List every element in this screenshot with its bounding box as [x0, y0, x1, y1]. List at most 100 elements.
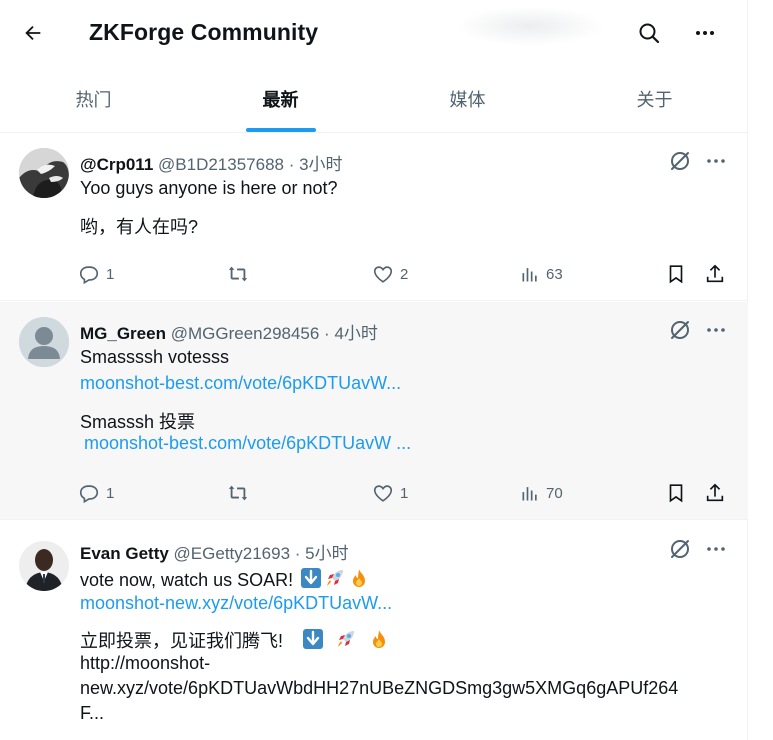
views-button[interactable]: 70 — [520, 479, 563, 507]
bookmark-icon — [669, 265, 683, 284]
fire-emoji-icon — [353, 569, 366, 587]
avatar[interactable] — [19, 148, 69, 198]
post-more-button[interactable] — [704, 318, 728, 342]
post-meta: Evan Getty @EGetty21693 · 5小时 — [80, 539, 349, 564]
share-icon — [706, 264, 724, 283]
repost-icon — [228, 485, 248, 501]
views-button[interactable]: 63 — [520, 260, 563, 288]
share-button[interactable] — [704, 479, 726, 507]
more-icon — [696, 31, 714, 35]
like-button[interactable]: 2 — [372, 260, 408, 288]
like-count: 2 — [400, 265, 409, 283]
post-meta: @Crp011 @B1D21357688 · 3小时 — [80, 150, 343, 175]
post[interactable]: Evan Getty @EGetty21693 · 5小时 vote now, … — [0, 521, 748, 740]
repost-button[interactable] — [226, 479, 250, 507]
tab-label: 媒体 — [449, 90, 486, 110]
fire-emoji-icon — [373, 630, 386, 648]
post-link[interactable]: moonshot-new.xyz/vote/6pKDTUavW... — [80, 593, 392, 614]
avatar-photo-icon — [19, 541, 69, 591]
rocket-emoji-icon — [338, 631, 355, 647]
post-text: F... — [80, 703, 105, 723]
tab-bar: 热门 最新 媒体 关于 — [0, 66, 748, 133]
back-button[interactable] — [18, 18, 48, 48]
post-more-button[interactable] — [704, 149, 728, 173]
views-icon — [522, 487, 537, 501]
tab-latest[interactable]: 最新 — [187, 66, 374, 132]
post-text: Smasssh 投票 — [80, 412, 196, 432]
more-button[interactable] — [690, 18, 720, 48]
repost-button[interactable] — [226, 260, 250, 288]
post-meta: MG_Green @MGGreen298456 · 4小时 — [80, 319, 378, 344]
post[interactable]: @Crp011 @B1D21357688 · 3小时 Yoo guys anyo… — [0, 134, 748, 301]
grok-button[interactable] — [668, 537, 692, 561]
post-text: 立即投票，见证我们腾飞! — [80, 627, 390, 653]
down-arrow-emoji-icon — [301, 568, 322, 588]
avatar[interactable] — [19, 317, 69, 367]
reply-button[interactable]: 1 — [78, 260, 114, 288]
like-button[interactable]: 1 — [372, 479, 408, 507]
post-text-content: vote now, watch us SOAR! — [80, 570, 294, 590]
tab-media[interactable]: 媒体 — [374, 66, 561, 132]
grok-button[interactable] — [668, 318, 692, 342]
bookmark-button[interactable] — [665, 479, 687, 507]
search-button[interactable] — [634, 18, 664, 48]
post-text: new.xyz/vote/6pKDTUavWbdHH27nUBeZNGDSmg3… — [80, 678, 679, 698]
heart-icon — [373, 266, 393, 283]
page-title: ZKForge Community — [89, 19, 319, 45]
share-button[interactable] — [704, 260, 726, 288]
header: ZKForge Community — [0, 0, 748, 66]
author-handle[interactable]: @B1D21357688 · 3小时 — [158, 155, 343, 174]
reply-button[interactable]: 1 — [78, 479, 114, 507]
post[interactable]: MG_Green @MGGreen298456 · 4小时 Smassssh v… — [0, 302, 748, 520]
main-column: ZKForge Community 热门 最新 媒体 关于 @Crp011 @B… — [0, 0, 748, 740]
grok-button[interactable] — [668, 149, 692, 173]
views-icon — [522, 268, 537, 282]
tab-about[interactable]: 关于 — [561, 66, 748, 132]
share-icon — [706, 483, 724, 502]
post-text: http://moonshot- — [80, 653, 211, 673]
reply-icon — [79, 266, 99, 285]
arrow-left-icon — [25, 25, 41, 41]
repost-icon — [228, 266, 248, 282]
author-name[interactable]: MG_Green — [80, 324, 166, 343]
more-icon — [707, 328, 725, 332]
right-gutter — [748, 0, 773, 740]
post-text: 哟，有人在吗? — [80, 217, 199, 237]
avatar-photo-icon — [19, 148, 69, 198]
reply-icon — [79, 485, 99, 504]
author-handle[interactable]: @MGGreen298456 · 4小时 — [171, 324, 378, 343]
post-text: Yoo guys anyone is here or not? — [80, 178, 338, 198]
post-more-button[interactable] — [704, 537, 728, 561]
view-count: 63 — [546, 265, 563, 283]
author-name[interactable]: @Crp011 — [80, 155, 153, 174]
post-text-content: 立即投票，见证我们腾飞! — [80, 631, 283, 651]
post-link[interactable]: moonshot-best.com/vote/6pKDTUavW... — [80, 373, 401, 394]
reply-count: 1 — [106, 484, 115, 502]
reply-count: 1 — [106, 265, 115, 283]
rocket-emoji-icon — [327, 570, 344, 586]
default-avatar-icon — [19, 317, 69, 367]
heart-icon — [373, 485, 393, 502]
action-bar: 1 2 63 — [78, 260, 728, 288]
post-link[interactable]: moonshot-best.com/vote/6pKDTUavW ... — [84, 433, 411, 454]
tab-label: 关于 — [636, 90, 673, 110]
post-text: Smassssh votesss — [80, 347, 230, 367]
grok-icon — [671, 321, 689, 339]
search-icon — [639, 23, 660, 44]
author-name[interactable]: Evan Getty — [80, 544, 169, 563]
avatar[interactable] — [19, 541, 69, 591]
bookmark-icon — [669, 484, 683, 503]
tab-label: 热门 — [75, 90, 112, 110]
post-text: vote now, watch us SOAR! — [80, 567, 370, 591]
more-icon — [707, 159, 725, 163]
down-arrow-emoji-icon — [303, 629, 324, 649]
view-count: 70 — [546, 484, 563, 502]
tab-hot[interactable]: 热门 — [0, 66, 187, 132]
tab-label: 最新 — [262, 90, 299, 110]
grok-icon — [671, 540, 689, 558]
grok-icon — [671, 152, 689, 170]
blurred-backdrop — [455, 6, 605, 46]
bookmark-button[interactable] — [665, 260, 687, 288]
like-count: 1 — [400, 484, 409, 502]
author-handle[interactable]: @EGetty21693 · 5小时 — [174, 544, 349, 563]
